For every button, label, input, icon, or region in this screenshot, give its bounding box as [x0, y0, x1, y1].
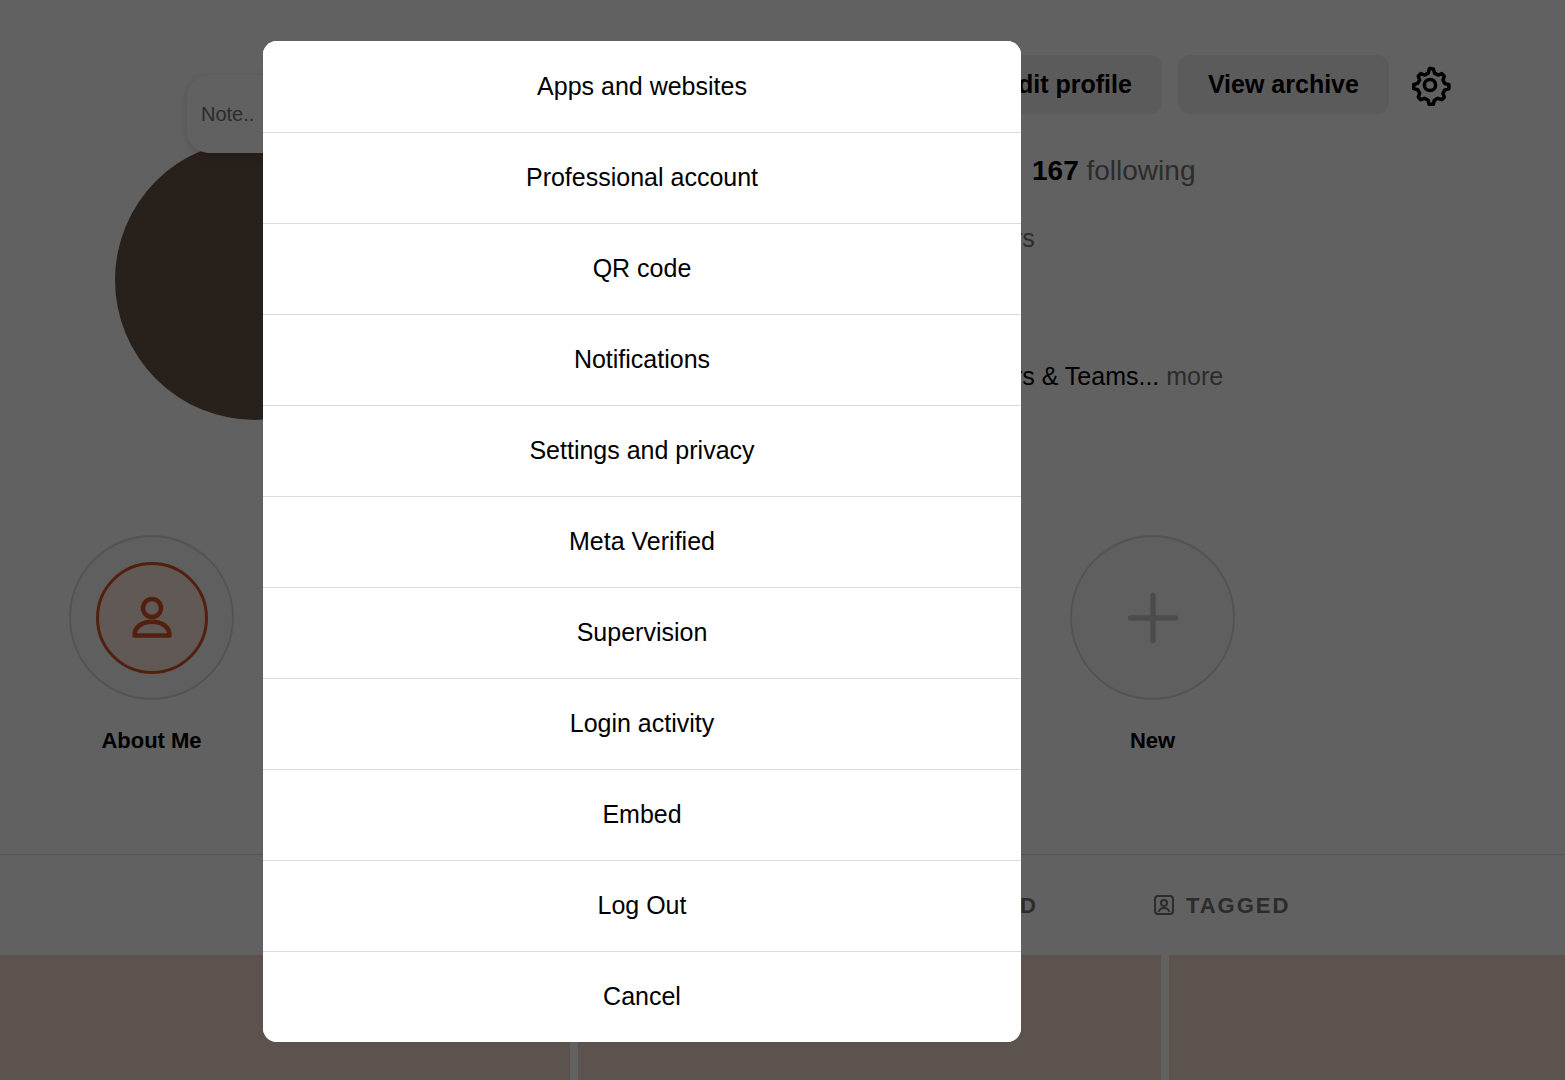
menu-item[interactable]: Professional account: [263, 132, 1021, 223]
menu-item[interactable]: Apps and websites: [263, 41, 1021, 132]
menu-item[interactable]: QR code: [263, 223, 1021, 314]
menu-item[interactable]: Cancel: [263, 951, 1021, 1042]
menu-item[interactable]: Meta Verified: [263, 496, 1021, 587]
menu-item[interactable]: Supervision: [263, 587, 1021, 678]
menu-item[interactable]: Log Out: [263, 860, 1021, 951]
menu-item[interactable]: Login activity: [263, 678, 1021, 769]
settings-menu: Apps and websitesProfessional accountQR …: [263, 41, 1021, 1042]
menu-item[interactable]: Notifications: [263, 314, 1021, 405]
menu-item[interactable]: Embed: [263, 769, 1021, 860]
menu-item[interactable]: Settings and privacy: [263, 405, 1021, 496]
